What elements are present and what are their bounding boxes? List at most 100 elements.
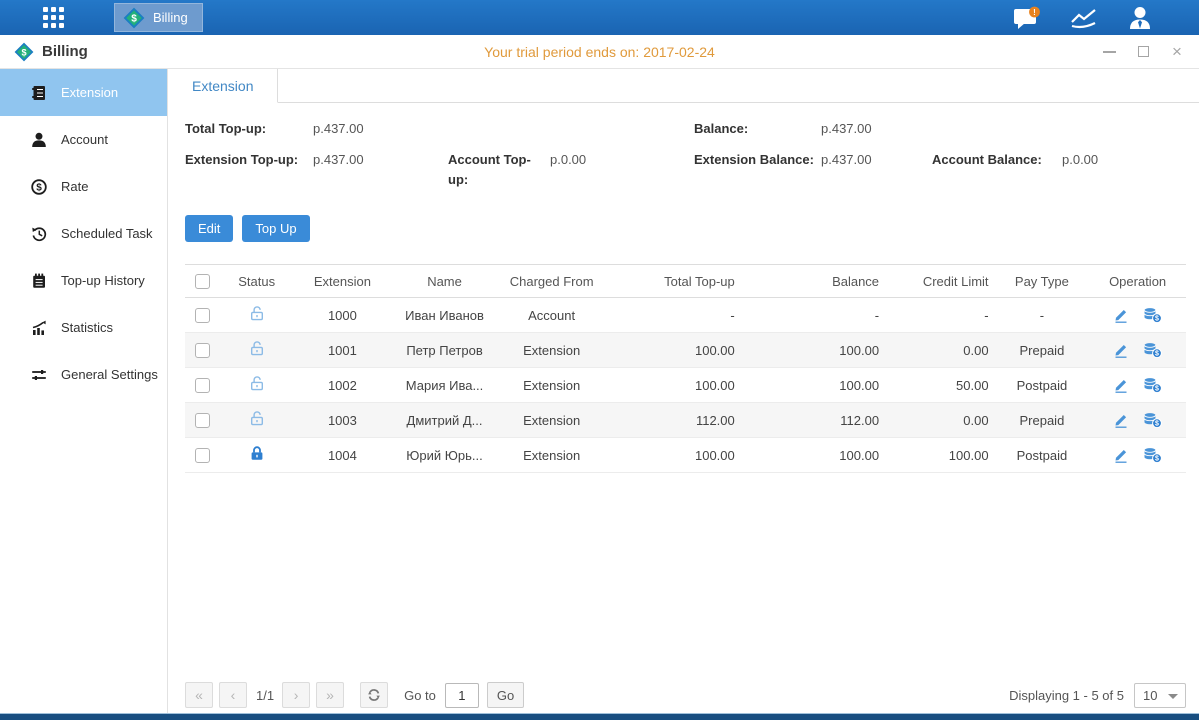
edit-row-button[interactable] (1113, 412, 1129, 428)
unlocked-icon (249, 340, 265, 357)
tab-extension[interactable]: Extension (168, 69, 278, 103)
user-icon (1127, 6, 1153, 30)
pay-type-cell: Postpaid (995, 438, 1090, 473)
top-up-row-button[interactable]: $ (1143, 307, 1162, 323)
ledger-icon (30, 84, 48, 102)
edit-row-button[interactable] (1113, 447, 1129, 463)
sidebar-item-scheduled-task[interactable]: Scheduled Task (0, 210, 167, 257)
edit-button[interactable]: Edit (185, 215, 233, 242)
app-grid-button[interactable] (30, 0, 76, 35)
edit-row-button[interactable] (1113, 307, 1129, 323)
row-checkbox[interactable] (195, 308, 210, 323)
status-cell (221, 438, 293, 473)
displaying-text: Displaying 1 - 5 of 5 (1009, 688, 1124, 703)
bar-chart-icon (30, 319, 48, 337)
sidebar-item-statistics[interactable]: Statistics (0, 304, 167, 351)
status-cell (221, 333, 293, 368)
row-checkbox[interactable] (195, 378, 210, 393)
top-up-row-button[interactable]: $ (1143, 342, 1162, 358)
pencil-icon (1113, 412, 1129, 428)
extension-cell: 1001 (293, 333, 393, 368)
credit-limit-cell: 50.00 (885, 368, 995, 403)
select-all-checkbox[interactable] (195, 274, 210, 289)
col-status: Status (221, 265, 293, 298)
minimize-icon (1103, 51, 1116, 53)
last-page-button[interactable]: » (316, 682, 344, 708)
sidebar-item-topup-history[interactable]: Top-up History (0, 257, 167, 304)
tab-label: Extension (192, 78, 253, 94)
account-topup-label: Account Top-up: (448, 150, 550, 190)
edit-row-button[interactable] (1113, 342, 1129, 358)
row-checkbox[interactable] (195, 448, 210, 463)
sidebar: Extension Account $ Rate (0, 69, 168, 713)
coins-icon: $ (1143, 447, 1162, 463)
svg-text:!: ! (1033, 7, 1036, 16)
sidebar-item-label: Extension (61, 85, 118, 100)
sliders-icon (30, 366, 48, 384)
top-up-row-button[interactable]: $ (1143, 447, 1162, 463)
row-checkbox[interactable] (195, 343, 210, 358)
col-balance: Balance (741, 265, 885, 298)
sidebar-item-general-settings[interactable]: General Settings (0, 351, 167, 398)
table-row: 1001Петр ПетровExtension100.00100.000.00… (185, 333, 1186, 368)
total-topup-label: Total Top-up: (185, 119, 313, 139)
operation-cell: $ (1089, 438, 1186, 473)
coins-icon: $ (1143, 377, 1162, 393)
total-topup-cell: 100.00 (606, 368, 740, 403)
window-controls: × (1101, 44, 1185, 60)
pay-type-cell: - (995, 298, 1090, 333)
credit-limit-cell: 0.00 (885, 403, 995, 438)
name-cell: Дмитрий Д... (392, 403, 497, 438)
credit-limit-cell: - (885, 298, 995, 333)
svg-text:$: $ (1155, 456, 1159, 463)
prev-page-button[interactable]: ‹ (219, 682, 247, 708)
table-row: 1003Дмитрий Д...Extension112.00112.000.0… (185, 403, 1186, 438)
sidebar-item-extension[interactable]: Extension (0, 69, 167, 116)
goto-label: Go to (404, 688, 436, 703)
minimize-button[interactable] (1101, 44, 1117, 60)
page-indicator: 1/1 (256, 688, 274, 703)
dollar-circle-icon: $ (30, 178, 48, 196)
user-account-button[interactable] (1127, 6, 1153, 30)
next-page-button[interactable]: › (282, 682, 310, 708)
chevron-down-icon (1168, 694, 1178, 699)
table-row: 1004Юрий Юрь...Extension100.00100.00100.… (185, 438, 1186, 473)
page-size-select[interactable]: 10 (1134, 683, 1186, 708)
charged-from-cell: Account (497, 298, 607, 333)
summary-panel: Total Top-up: p.437.00 Extension Top-up:… (168, 103, 1199, 201)
col-name: Name (392, 265, 497, 298)
top-up-row-button[interactable]: $ (1143, 377, 1162, 393)
total-topup-cell: 100.00 (606, 438, 740, 473)
refresh-button[interactable] (360, 682, 388, 708)
table-row: 1002Мария Ива...Extension100.00100.0050.… (185, 368, 1186, 403)
top-up-button[interactable]: Top Up (242, 215, 309, 242)
close-button[interactable]: × (1169, 44, 1185, 60)
first-page-button[interactable]: « (185, 682, 213, 708)
charged-from-cell: Extension (497, 333, 607, 368)
top-up-row-button[interactable]: $ (1143, 412, 1162, 428)
col-credit-limit: Credit Limit (885, 265, 995, 298)
table-row: 1000Иван ИвановAccount----$ (185, 298, 1186, 333)
unlocked-icon (249, 375, 265, 392)
maximize-button[interactable] (1135, 44, 1151, 60)
sidebar-item-account[interactable]: Account (0, 116, 167, 163)
credit-limit-cell: 100.00 (885, 438, 995, 473)
sidebar-item-rate[interactable]: $ Rate (0, 163, 167, 210)
go-button[interactable]: Go (487, 682, 524, 708)
billing-window: $ Billing Your trial period ends on: 201… (0, 35, 1199, 714)
operation-cell: $ (1089, 368, 1186, 403)
sidebar-item-label: Statistics (61, 320, 113, 335)
resource-monitor-button[interactable] (1069, 7, 1099, 29)
svg-text:$: $ (1155, 386, 1159, 393)
goto-page-input[interactable] (445, 683, 479, 708)
extension-topup-label: Extension Top-up: (185, 150, 313, 190)
taskbar-item-billing[interactable]: $ Billing (114, 3, 203, 32)
row-checkbox[interactable] (195, 413, 210, 428)
total-topup-cell: - (606, 298, 740, 333)
extension-balance-label: Extension Balance: (694, 150, 821, 170)
edit-row-button[interactable] (1113, 377, 1129, 393)
topbar-right: ! (1013, 6, 1199, 30)
balance-cell: 100.00 (741, 333, 885, 368)
notifications-button[interactable]: ! (1013, 6, 1041, 30)
screen: $ Billing ! (0, 0, 1199, 720)
